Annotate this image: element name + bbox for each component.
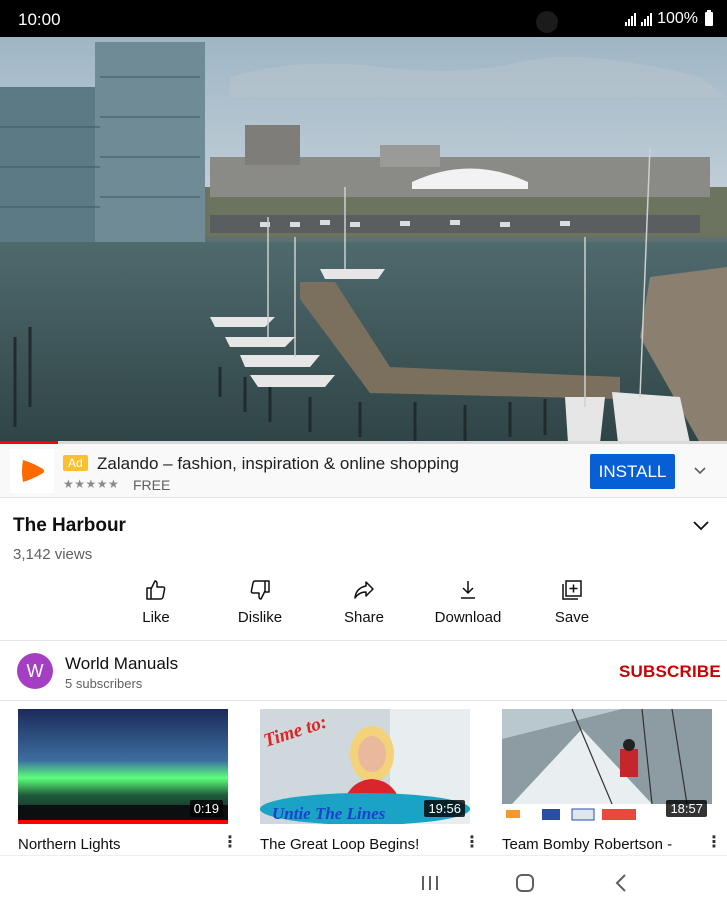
dislike-label: Dislike xyxy=(237,609,283,626)
system-navigation-bar xyxy=(0,855,727,908)
more-options-icon[interactable]: ⋮ xyxy=(222,835,238,851)
thumbs-down-icon xyxy=(250,580,270,600)
video-player[interactable] xyxy=(0,37,727,443)
playlist-add-icon xyxy=(562,580,582,600)
channel-avatar[interactable]: W xyxy=(17,653,53,689)
ad-expand-chevron-icon[interactable] xyxy=(692,462,708,483)
thumb-text-bottom: Untie The Lines xyxy=(272,804,386,823)
related-video-card[interactable]: Time to: Untie The Lines 19:56 The Great… xyxy=(260,709,480,853)
share-label: Share xyxy=(343,609,385,626)
related-video-title[interactable]: Northern Lights xyxy=(18,836,218,853)
battery-icon xyxy=(705,10,713,26)
battery-percent: 100% xyxy=(657,10,698,27)
cell-signal-icon xyxy=(641,12,653,26)
save-label: Save xyxy=(554,609,590,626)
subscriber-count: 5 subscribers xyxy=(65,676,143,691)
download-icon xyxy=(461,581,475,599)
recent-apps-icon[interactable] xyxy=(420,873,440,898)
share-button[interactable]: Share xyxy=(312,575,416,626)
download-label: Download xyxy=(434,609,502,626)
like-button[interactable]: Like xyxy=(104,575,208,626)
related-video-card[interactable]: 18:57 Team Bomby Robertson - ⋮ xyxy=(502,709,722,853)
video-duration: 19:56 xyxy=(424,800,465,817)
video-frame-harbour xyxy=(0,37,727,443)
description-expand-chevron-icon[interactable] xyxy=(692,518,710,537)
ad-title[interactable]: Zalando – fashion, inspiration & online … xyxy=(97,454,459,474)
video-thumbnail[interactable]: Time to: Untie The Lines 19:56 xyxy=(260,709,470,824)
zalando-logo-icon xyxy=(10,449,54,493)
related-video-title[interactable]: The Great Loop Begins! xyxy=(260,836,460,853)
ad-price: FREE xyxy=(133,477,171,493)
divider xyxy=(0,700,727,701)
subscribe-button[interactable]: SUBSCRIBE xyxy=(619,662,721,682)
more-options-icon[interactable]: ⋮ xyxy=(706,835,722,851)
back-icon[interactable] xyxy=(612,873,632,898)
video-thumbnail[interactable]: 18:57 xyxy=(502,709,712,824)
wifi-signal-icon xyxy=(625,12,637,26)
status-indicators: 100% xyxy=(625,10,713,28)
dislike-button[interactable]: Dislike xyxy=(208,575,312,626)
ad-rating-stars: ★★★★★ xyxy=(63,477,120,491)
thumbs-up-icon xyxy=(146,580,166,600)
status-bar: 10:00 100% xyxy=(0,0,727,37)
ad-badge: Ad xyxy=(63,455,88,471)
video-thumbnail[interactable]: 0:19 xyxy=(18,709,228,824)
video-actions-row: Like Dislike Share Download Save xyxy=(104,575,624,635)
related-videos-row: 0:19 Northern Lights ⋮ Time to: Untie Th… xyxy=(0,709,727,855)
share-icon xyxy=(354,581,374,599)
ad-banner[interactable]: Ad Zalando – fashion, inspiration & onli… xyxy=(0,444,727,498)
video-duration: 0:19 xyxy=(189,800,223,817)
save-button[interactable]: Save xyxy=(520,575,624,626)
front-camera xyxy=(536,11,558,33)
related-video-title[interactable]: Team Bomby Robertson - xyxy=(502,836,702,853)
download-button[interactable]: Download xyxy=(416,575,520,626)
related-video-card[interactable]: 0:19 Northern Lights ⋮ xyxy=(18,709,238,853)
video-title[interactable]: The Harbour xyxy=(13,515,126,537)
video-duration: 18:57 xyxy=(666,800,707,817)
like-label: Like xyxy=(142,609,170,626)
channel-name[interactable]: World Manuals xyxy=(65,654,178,674)
view-count: 3,142 views xyxy=(13,546,93,563)
more-options-icon[interactable]: ⋮ xyxy=(464,835,480,851)
install-button[interactable]: INSTALL xyxy=(590,454,675,489)
divider xyxy=(0,640,727,641)
status-time: 10:00 xyxy=(18,10,61,29)
home-icon[interactable] xyxy=(515,873,535,898)
